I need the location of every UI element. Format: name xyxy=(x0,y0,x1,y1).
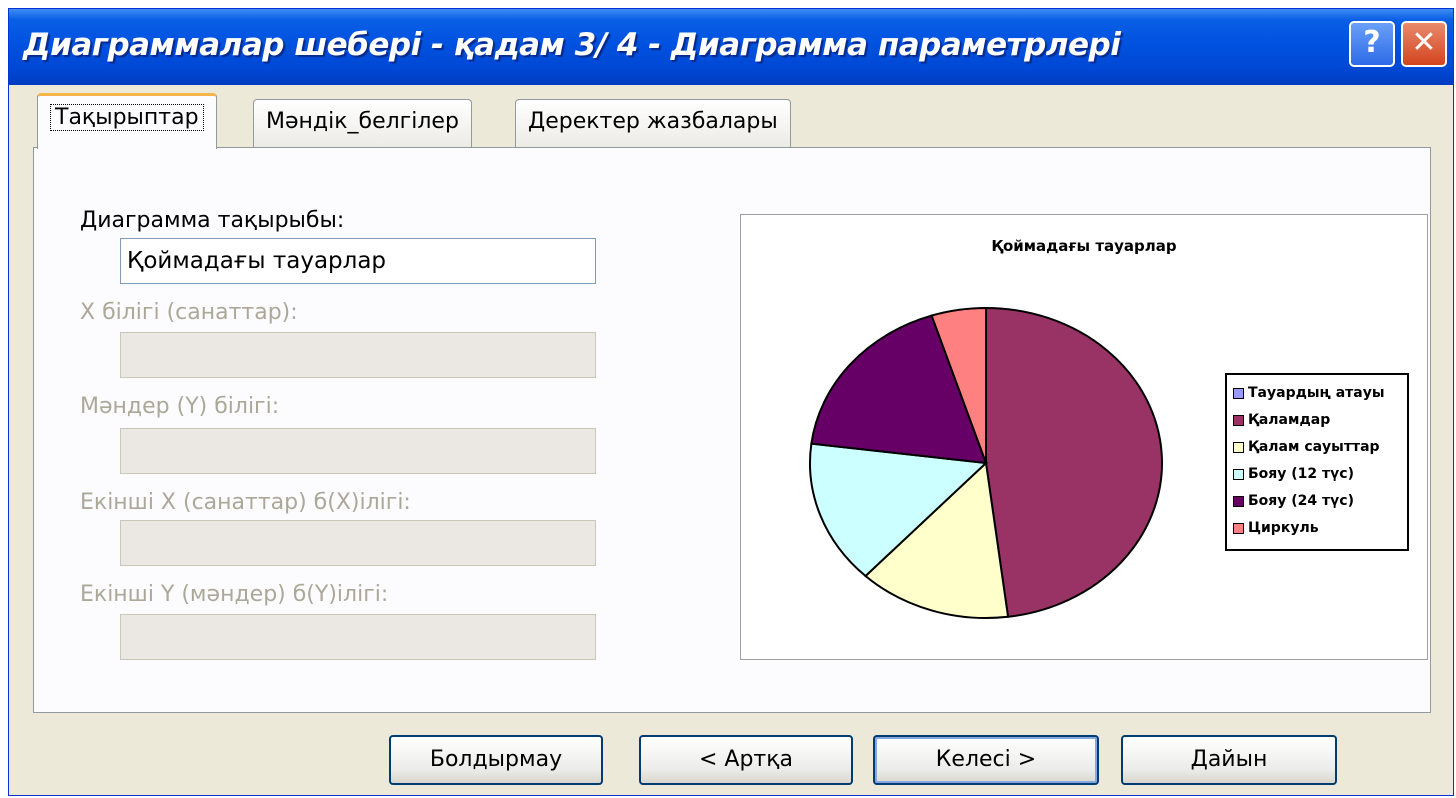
pie-slice-1 xyxy=(985,306,1163,618)
close-button[interactable]: ✕ xyxy=(1401,21,1447,67)
tab-legend[interactable]: Мәндік_белгілер xyxy=(253,99,472,147)
tab-titles[interactable]: Тақырыптар xyxy=(37,93,217,149)
legend-item: Циркуль xyxy=(1233,520,1319,536)
chart-wizard-dialog: Диаграммалар шебері - қадам 3/ 4 - Диагр… xyxy=(8,8,1454,796)
tab-panel: Диаграмма тақырыбы: Қоймадағы тауарлар X… xyxy=(33,147,1431,713)
x-axis-label: X білігі (санаттар): xyxy=(80,300,298,325)
legend-item: Бояу (12 түс) xyxy=(1233,466,1354,482)
legend-swatch xyxy=(1233,495,1244,507)
chart-legend: Тауардың атауы Қаламдар Қалам сауыттар Бояу… xyxy=(1225,373,1409,551)
x-axis-input xyxy=(120,332,596,378)
y-axis-label: Мәндер (Y) білігі: xyxy=(80,394,280,419)
legend-swatch xyxy=(1233,522,1244,534)
chart-preview: Қоймадағы тауарлар Тауардың атауы Қаламда… xyxy=(740,214,1428,660)
tab-titles-label: Тақырыптар xyxy=(50,104,204,131)
title-bar[interactable]: Диаграммалар шебері - қадам 3/ 4 - Диагр… xyxy=(9,9,1453,85)
cancel-button[interactable]: Болдырмау xyxy=(389,735,603,785)
y-axis-input xyxy=(120,428,596,474)
help-button[interactable]: ? xyxy=(1349,21,1395,67)
finish-button[interactable]: Дайын xyxy=(1121,735,1337,785)
tab-data-labels[interactable]: Деректер жазбалары xyxy=(515,99,791,147)
legend-label: Тауардың атауы xyxy=(1248,385,1385,401)
legend-swatch xyxy=(1233,441,1244,453)
legend-label: Циркуль xyxy=(1248,520,1319,536)
second-y-axis-input xyxy=(120,614,596,660)
legend-label: Бояу (24 түс) xyxy=(1248,493,1354,509)
legend-item: Тауардың атауы xyxy=(1233,385,1385,401)
legend-item: Қаламдар xyxy=(1233,412,1330,428)
legend-swatch xyxy=(1233,414,1244,426)
chart-title-label: Диаграмма тақырыбы: xyxy=(80,208,345,233)
window-title: Диаграммалар шебері - қадам 3/ 4 - Диагр… xyxy=(23,27,1121,63)
legend-label: Қаламдар xyxy=(1248,412,1331,428)
legend-label: Бояу (12 түс) xyxy=(1248,466,1354,482)
second-x-axis-label: Екінші X (санаттар) б(X)ілігі: xyxy=(80,490,411,515)
legend-label: Қалам сауыттар xyxy=(1248,439,1380,455)
legend-swatch xyxy=(1233,468,1244,480)
second-y-axis-label: Екінші Y (мәндер) б(Y)ілігі: xyxy=(80,582,389,607)
legend-item: Қалам сауыттар xyxy=(1233,439,1380,455)
legend-swatch xyxy=(1233,387,1244,399)
chart-title-input[interactable]: Қоймадағы тауарлар xyxy=(120,238,596,284)
legend-item: Бояу (24 түс) xyxy=(1233,493,1354,509)
second-x-axis-input xyxy=(120,520,596,566)
back-button[interactable]: < Артқа xyxy=(639,735,853,785)
next-button[interactable]: Келесі > xyxy=(873,735,1099,785)
